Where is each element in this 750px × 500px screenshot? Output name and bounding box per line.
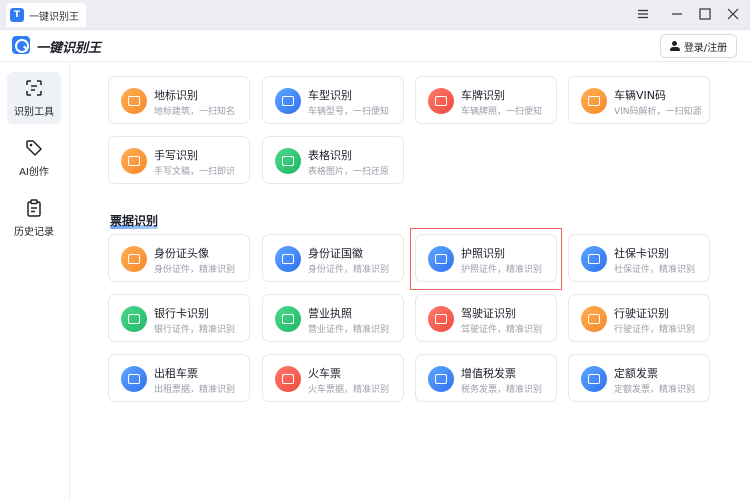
tag-icon xyxy=(26,140,42,156)
card-taxi-receipt[interactable]: 出租车票 出租票据，精准识别 xyxy=(108,354,250,402)
title-bar: T 一键识别王 xyxy=(0,0,750,30)
app-logo xyxy=(12,36,30,54)
card-title: 车牌识别 xyxy=(461,89,505,102)
sidebar-item-label: AI创作 xyxy=(19,167,49,178)
card-title: 车辆VIN码 xyxy=(614,89,666,102)
sidebar: 识别工具 AI创作 历史记录 xyxy=(0,62,70,500)
social-security-card-icon xyxy=(581,246,607,272)
section-title-bills: 票据识别 xyxy=(110,214,159,228)
card-subtitle: 表格图片，一扫还原 xyxy=(308,167,390,177)
card-title: 身份证国徽 xyxy=(308,247,363,260)
landmark-icon xyxy=(121,88,147,114)
card-business-license[interactable]: 营业执照 营业证件，精准识别 xyxy=(262,294,404,342)
taxi-icon xyxy=(121,366,147,392)
sidebar-item-history[interactable]: 历史记录 xyxy=(7,192,61,244)
id-card-front-icon xyxy=(121,246,147,272)
card-title: 营业执照 xyxy=(308,307,352,320)
train-icon xyxy=(275,366,301,392)
car-icon xyxy=(275,88,301,114)
sidebar-item-recognition-tools[interactable]: 识别工具 xyxy=(7,72,61,124)
close-button[interactable] xyxy=(722,4,744,24)
app-title: 一键识别王 xyxy=(36,41,102,56)
card-subtitle: 营业证件，精准识别 xyxy=(308,325,390,335)
card-handwriting-recognition[interactable]: 手写识别 手写文稿，一扫即识 xyxy=(108,136,250,184)
card-subtitle: 火车票据，精准识别 xyxy=(308,385,390,395)
hamburger-icon xyxy=(638,9,648,19)
table-icon xyxy=(275,148,301,174)
card-title: 社保卡识别 xyxy=(614,247,669,260)
card-title: 行驶证识别 xyxy=(614,307,669,320)
card-subtitle: VIN码解析，一扫知源 xyxy=(614,107,702,117)
card-title: 车型识别 xyxy=(308,89,352,102)
quota-invoice-icon xyxy=(581,366,607,392)
sidebar-item-label: 识别工具 xyxy=(14,107,54,118)
card-subtitle: 行驶证件，精准识别 xyxy=(614,325,696,335)
card-title: 出租车票 xyxy=(154,367,198,380)
card-driver-license[interactable]: 驾驶证识别 驾驶证件，精准识别 xyxy=(415,294,557,342)
card-subtitle: 出租票据，精准识别 xyxy=(154,385,236,395)
login-register-button[interactable]: 登录/注册 xyxy=(660,34,737,58)
card-vehicle-license[interactable]: 行驶证识别 行驶证件，精准识别 xyxy=(568,294,710,342)
card-quota-invoice[interactable]: 定额发票 定额发票，精准识别 xyxy=(568,354,710,402)
business-license-icon xyxy=(275,306,301,332)
bank-card-icon xyxy=(121,306,147,332)
card-subtitle: 定额发票，精准识别 xyxy=(614,385,696,395)
card-subtitle: 身份证件，精准识别 xyxy=(154,265,236,275)
highlight-box xyxy=(410,228,562,290)
card-title: 驾驶证识别 xyxy=(461,307,516,320)
driver-license-icon xyxy=(428,306,454,332)
card-vin-code[interactable]: 车辆VIN码 VIN码解析，一扫知源 xyxy=(568,76,710,124)
scan-icon xyxy=(26,80,42,96)
card-landmark-recognition[interactable]: 地标识别 地标建筑，一扫知名 xyxy=(108,76,250,124)
minimize-icon xyxy=(672,13,682,15)
maximize-button[interactable] xyxy=(694,4,716,24)
card-train-ticket[interactable]: 火车票 火车票据，精准识别 xyxy=(262,354,404,402)
card-bank-card[interactable]: 银行卡识别 银行证件，精准识别 xyxy=(108,294,250,342)
card-subtitle: 车辆型号，一扫便知 xyxy=(308,107,390,117)
user-icon xyxy=(669,41,680,51)
window-tab-title: 一键识别王 xyxy=(29,11,79,23)
login-register-label: 登录/注册 xyxy=(683,42,728,54)
card-vat-invoice[interactable]: 增值税发票 税务发票，精准识别 xyxy=(415,354,557,402)
card-table-recognition[interactable]: 表格识别 表格图片，一扫还原 xyxy=(262,136,404,184)
card-subtitle: 车辆牌照，一扫便知 xyxy=(461,107,543,117)
card-title: 银行卡识别 xyxy=(154,307,209,320)
clipboard-icon xyxy=(27,199,41,217)
menu-button[interactable] xyxy=(632,4,654,24)
app-logo-icon: T xyxy=(10,8,24,22)
main-content: 地标识别 地标建筑，一扫知名 车型识别 车辆型号，一扫便知 车牌识别 车辆牌照，… xyxy=(70,62,750,500)
sidebar-item-ai-creation[interactable]: AI创作 xyxy=(7,132,61,184)
app-header: 一键识别王 登录/注册 xyxy=(0,30,750,62)
card-title: 表格识别 xyxy=(308,149,352,162)
card-subtitle: 身份证件，精准识别 xyxy=(308,265,390,275)
vin-icon xyxy=(581,88,607,114)
handwriting-icon xyxy=(121,148,147,174)
card-subtitle: 手写文稿，一扫即识 xyxy=(154,167,236,177)
id-card-back-icon xyxy=(275,246,301,272)
vat-invoice-icon xyxy=(428,366,454,392)
card-license-plate-recognition[interactable]: 车牌识别 车辆牌照，一扫便知 xyxy=(415,76,557,124)
card-id-card-front[interactable]: 身份证头像 身份证件，精准识别 xyxy=(108,234,250,282)
card-subtitle: 税务发票，精准识别 xyxy=(461,385,543,395)
card-title: 火车票 xyxy=(308,367,341,380)
card-car-model-recognition[interactable]: 车型识别 车辆型号，一扫便知 xyxy=(262,76,404,124)
card-subtitle: 地标建筑，一扫知名 xyxy=(154,107,236,117)
sidebar-item-label: 历史记录 xyxy=(14,227,54,238)
maximize-icon xyxy=(699,8,711,20)
minimize-button[interactable] xyxy=(666,4,688,24)
card-subtitle: 银行证件，精准识别 xyxy=(154,325,236,335)
vehicle-license-icon xyxy=(581,306,607,332)
card-title: 地标识别 xyxy=(154,89,198,102)
card-id-card-back[interactable]: 身份证国徽 身份证件，精准识别 xyxy=(262,234,404,282)
window-tab[interactable]: T 一键识别王 xyxy=(6,3,86,27)
close-icon xyxy=(727,8,739,20)
card-title: 身份证头像 xyxy=(154,247,209,260)
card-subtitle: 驾驶证件，精准识别 xyxy=(461,325,543,335)
card-subtitle: 社保证件，精准识别 xyxy=(614,265,696,275)
card-title: 定额发票 xyxy=(614,367,658,380)
card-social-security-card[interactable]: 社保卡识别 社保证件，精准识别 xyxy=(568,234,710,282)
license-plate-icon xyxy=(428,88,454,114)
card-title: 手写识别 xyxy=(154,149,198,162)
card-title: 增值税发票 xyxy=(461,367,516,380)
